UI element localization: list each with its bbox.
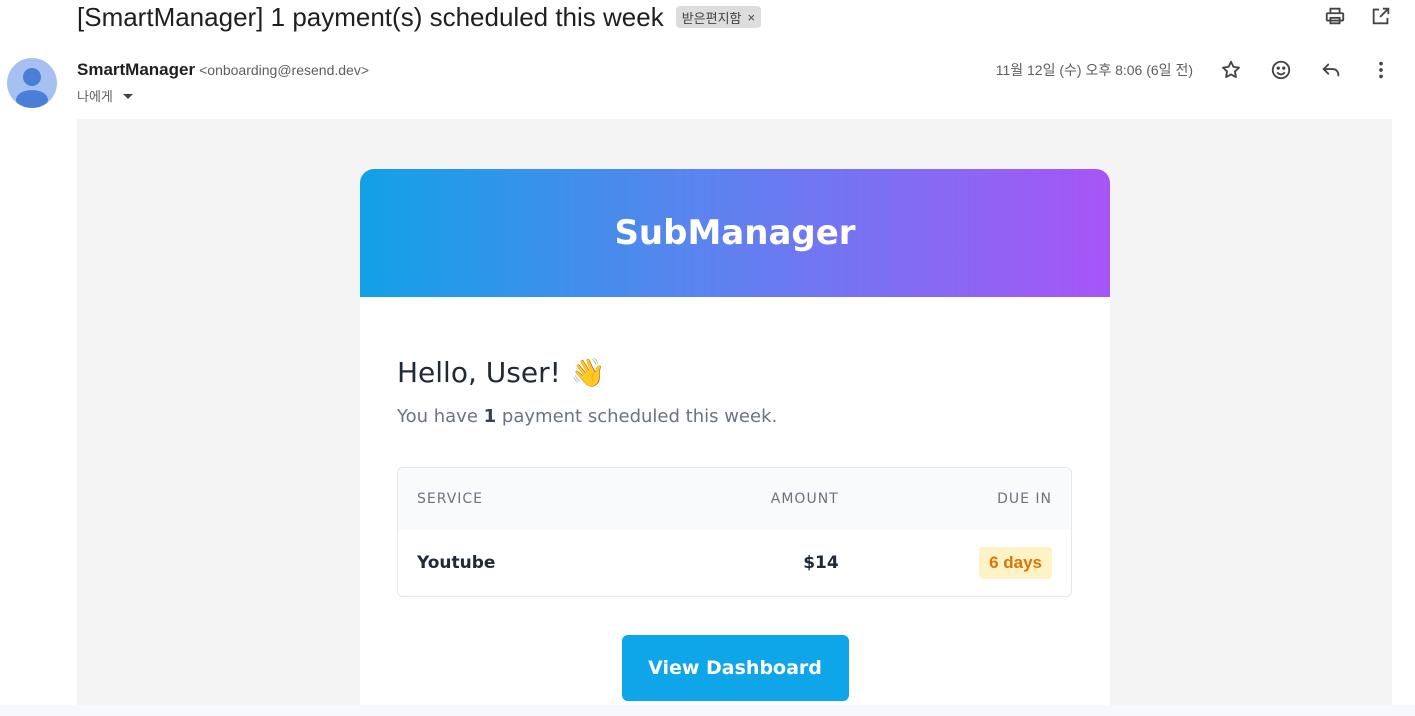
email-subject: [SmartManager] 1 payment(s) scheduled th… <box>77 2 664 32</box>
service-name: Youtube <box>417 553 496 573</box>
email-body-background: SubManager Hello, User! 👋 You have 1 pay… <box>77 119 1392 709</box>
sender-email: <onboarding@resend.dev> <box>199 62 370 78</box>
table-header: SERVICE AMOUNT DUE IN <box>398 468 1071 530</box>
view-dashboard-button[interactable]: View Dashboard <box>621 635 849 701</box>
email-card: SubManager Hello, User! 👋 You have 1 pay… <box>360 169 1110 709</box>
remove-label-button[interactable]: × <box>748 10 756 25</box>
inbox-label-chip[interactable]: 받은편지함 × <box>675 6 762 28</box>
sender-line: SmartManager <onboarding@resend.dev> <box>77 60 369 80</box>
column-header-due: DUE IN <box>997 491 1052 507</box>
payment-amount: $14 <box>803 553 839 573</box>
column-header-amount: AMOUNT <box>770 491 839 507</box>
emoji-icon[interactable] <box>1269 58 1293 82</box>
message-meta: 11월 12일 (수) 오후 8:06 (6일 전) <box>996 58 1393 82</box>
sender-avatar[interactable] <box>7 58 57 108</box>
summary-prefix: You have <box>397 406 478 427</box>
summary-suffix: payment scheduled this week. <box>501 406 778 427</box>
payment-summary: You have 1 payment scheduled this week. <box>397 406 1073 427</box>
cta-wrapper: View Dashboard <box>397 635 1073 701</box>
sender-name[interactable]: SmartManager <box>77 60 195 80</box>
due-cell: 6 days <box>839 547 1052 579</box>
email-header-banner: SubManager <box>360 169 1110 297</box>
more-vert-icon[interactable] <box>1369 58 1393 82</box>
greeting-heading: Hello, User! 👋 <box>397 352 1073 392</box>
chevron-down-icon[interactable] <box>122 94 133 99</box>
subject-row: [SmartManager] 1 payment(s) scheduled th… <box>77 0 762 34</box>
reply-icon[interactable] <box>1319 58 1343 82</box>
email-content: Hello, User! 👋 You have 1 payment schedu… <box>360 297 1110 701</box>
bottom-strip <box>0 705 1415 716</box>
message-date: 11월 12일 (수) 오후 8:06 (6일 전) <box>995 62 1193 78</box>
print-icon[interactable] <box>1323 4 1347 28</box>
star-icon[interactable] <box>1219 58 1243 82</box>
due-badge: 6 days <box>979 547 1052 579</box>
wave-icon: 👋 <box>570 355 606 389</box>
payments-table: SERVICE AMOUNT DUE IN Youtube $14 6 days <box>397 467 1072 597</box>
brand-title: SubManager <box>614 213 856 253</box>
summary-count: 1 <box>483 406 497 427</box>
label-chip-text: 받은편지함 <box>681 10 742 26</box>
open-in-new-icon[interactable] <box>1369 4 1393 28</box>
recipient-details[interactable]: 나에게 <box>77 86 133 105</box>
table-row: Youtube $14 6 days <box>398 530 1071 596</box>
greeting-text: Hello, User! <box>397 355 561 389</box>
column-header-service: SERVICE <box>417 491 484 507</box>
recipient-label: 나에게 <box>77 89 113 104</box>
top-actions <box>1323 4 1393 28</box>
